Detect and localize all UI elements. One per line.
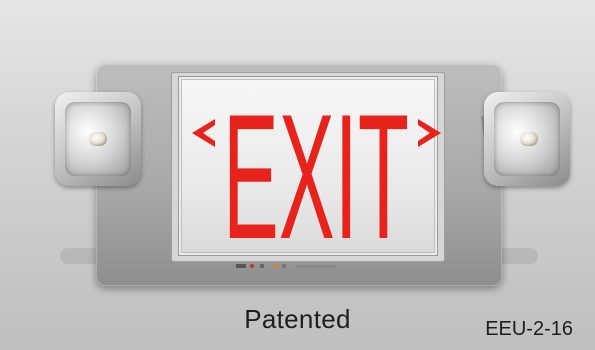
test-switch-strip: [236, 264, 336, 268]
right-bulb-icon: [520, 132, 538, 146]
product-photo: EXIT Patented EEU-2-16: [0, 0, 595, 350]
right-lamp-head: [484, 92, 570, 186]
model-number: EEU-2-16: [485, 318, 573, 340]
exit-face-panel: [178, 76, 438, 256]
left-bulb-icon: [89, 132, 107, 146]
left-lamp-head: [55, 92, 141, 186]
